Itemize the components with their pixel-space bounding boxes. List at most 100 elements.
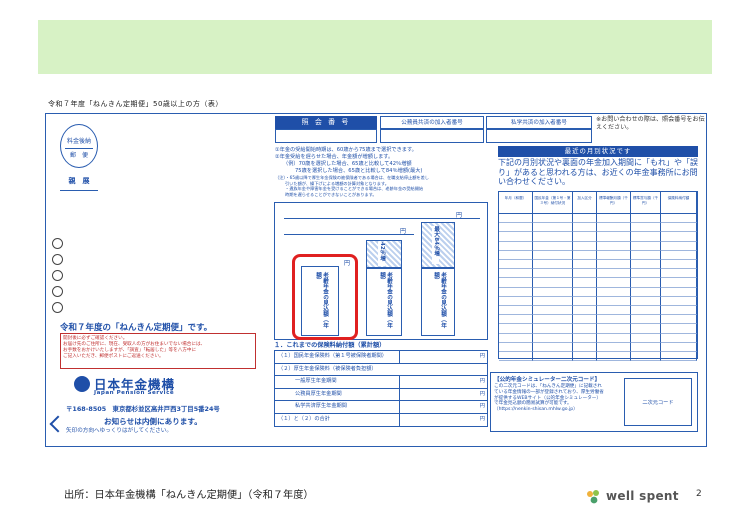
table-cell (661, 278, 697, 288)
note-line: （例）70歳を選択した場合、65歳と比較して42％増額 (283, 161, 412, 167)
notes-block: ①年金の受給開始時期は、60歳から75歳まで選択できます。 ②年金受給を遅らせた… (275, 147, 490, 197)
punch-hole (52, 238, 63, 249)
table-cell (661, 315, 697, 325)
table-cell (661, 296, 697, 306)
premium-row: （２）厚生年金保険料（被保険者負担額） (275, 364, 487, 377)
table-cell (597, 250, 631, 260)
table-cell (597, 306, 631, 316)
public-kyosai-field (380, 129, 484, 143)
table-cell (499, 352, 533, 362)
table-cell (533, 250, 573, 260)
inside-sub-notice: 矢印の方向へゆっくりはがしてください。 (66, 428, 172, 434)
table-cell (533, 241, 573, 251)
premium-yen: 円 (479, 415, 485, 422)
campaign-title: 令和７年度の「ねんきん定期便」です。 (60, 323, 213, 333)
brand-name: well spent (606, 489, 679, 503)
page-number: 2 (696, 489, 702, 499)
table-cell (573, 352, 597, 362)
table-cell (631, 250, 661, 260)
contact-note: ※お問い合わせの際は、照会番号をお伝えください。 (596, 116, 705, 131)
document-title: 令和７年度「ねんきん定期便」50歳以上の方（表） (48, 100, 223, 108)
bar-label: 老齢年金の見込額（年額） (379, 272, 392, 328)
table-cell (631, 260, 661, 270)
table-cell (661, 333, 697, 343)
table-cell (573, 260, 597, 270)
table-cell (661, 306, 697, 316)
stamp-line-2: 郵 便 (69, 152, 88, 159)
premium-row: 私学共済厚生年金期間 円 (275, 401, 487, 414)
table-cell (597, 223, 631, 233)
table-cell (533, 296, 573, 306)
table-cell (573, 223, 597, 233)
premium-label: （２）厚生年金保険料（被保険者負担額） (278, 365, 377, 372)
table-cell (661, 342, 697, 352)
table-cell (499, 269, 533, 279)
table-cell (597, 324, 631, 334)
chart-step-line (284, 218, 480, 219)
premium-label: （１）と（２）の合計 (278, 415, 330, 422)
recent-status-header: 最近の月別状況です (498, 146, 698, 157)
inquiry-number-label: 照 会 番 号 (275, 116, 377, 129)
table-header: 保険料納付額 (661, 192, 697, 214)
table-cell (499, 214, 533, 224)
monthly-status-table: 年月（和暦） 国民年金（第１号・第３号）納付状況 加入区分 標準報酬月額（千円） 標準賞… (498, 191, 698, 362)
table-cell (533, 232, 573, 242)
table-cell (533, 324, 573, 334)
punch-hole (52, 254, 63, 265)
table-cell (573, 342, 597, 352)
table-cell (499, 333, 533, 343)
confidential-label: 親 展 (60, 176, 98, 191)
table-cell (533, 342, 573, 352)
table-cell (499, 315, 533, 325)
table-cell (661, 352, 697, 362)
table-cell (661, 260, 697, 270)
table-cell (631, 269, 661, 279)
note-small: 時期を遅らせることができないことがあります。 (285, 191, 377, 197)
premium-label: 私学共済厚生年金期間 (295, 403, 347, 410)
table-cell (573, 287, 597, 297)
note-line: ②年金受給を遅らせた場合、年金額が増額します。 (275, 154, 394, 160)
table-cell (499, 296, 533, 306)
premium-yen: 円 (479, 378, 485, 385)
premium-row: （１）と（２）の合計 円 (275, 413, 487, 426)
postage-stamp: 料金後納 郵 便 (60, 124, 98, 168)
table-cell (499, 260, 533, 270)
table-header: 標準報酬月額（千円） (597, 192, 631, 214)
table-cell (573, 315, 597, 325)
table-cell (573, 269, 597, 279)
table-cell (533, 278, 573, 288)
table-cell (631, 287, 661, 297)
table-cell (661, 214, 697, 224)
recent-status-text: 下記の月別状況や裏面の年金加入期間に「もれ」や「誤り」があると思われる方は、お近… (498, 158, 698, 187)
bar-label: 老齢年金の見込額（年額） (433, 272, 446, 328)
table-cell (573, 306, 597, 316)
table-cell (533, 333, 573, 343)
table-header: 国民年金（第１号・第３号）納付状況 (533, 192, 573, 214)
bar-yen: 円 (456, 212, 463, 219)
table-cell (597, 333, 631, 343)
simulator-text: この二次元コードは、「ねんきん定期便」に記載されている年金情報の一部が登録されて… (494, 384, 604, 413)
table-cell (499, 306, 533, 316)
table-cell (631, 241, 661, 251)
premium-row: （１）国民年金保険料（第１号被保険者期間） 円 (275, 351, 487, 364)
table-cell (631, 342, 661, 352)
premium-table: （１）国民年金保険料（第１号被保険者期間） 円 （２）厚生年金保険料（被保険者負担… (274, 350, 488, 427)
punch-hole (52, 286, 63, 297)
note-line: ①年金の受給開始時期は、60歳から75歳まで選択できます。 (275, 147, 417, 153)
highlight-box (292, 254, 358, 340)
table-cell (573, 296, 597, 306)
table-header: 標準賞与額（千円） (631, 192, 661, 214)
table-cell (573, 214, 597, 224)
table-cell (499, 278, 533, 288)
org-address: 〒168-8505 東京都杉並区高井戸西3丁目5番24号 (66, 405, 220, 413)
table-cell (631, 223, 661, 233)
table-cell (533, 269, 573, 279)
table-cell (499, 223, 533, 233)
table-cell (661, 241, 697, 251)
punch-hole (52, 270, 63, 281)
simulator-title: 【公的年金シミュレーター二次元コード】 (494, 377, 601, 383)
private-kyosai-field (486, 129, 592, 143)
premium-yen: 円 (479, 353, 485, 359)
table-cell (631, 214, 661, 224)
bar-percent: 42％増 (378, 242, 385, 266)
